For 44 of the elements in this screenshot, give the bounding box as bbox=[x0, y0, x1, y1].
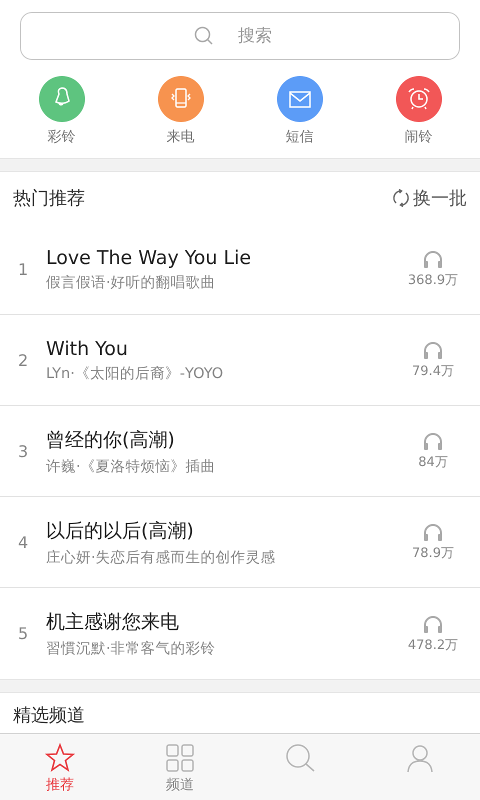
headphones-icon bbox=[422, 431, 444, 451]
song-subtitle: 習慣沉默·非常客气的彩铃 bbox=[46, 640, 217, 658]
refresh-icon bbox=[391, 188, 411, 208]
headphones-icon bbox=[422, 522, 444, 542]
song-title: 曾经的你(高潮) bbox=[46, 428, 176, 452]
play-count: 78.9万 bbox=[412, 545, 454, 562]
play-count: 84万 bbox=[418, 454, 448, 471]
rank-number: 4 bbox=[18, 532, 30, 552]
shortcut-button[interactable]: 短信 bbox=[240, 76, 359, 146]
headphones-icon bbox=[422, 249, 444, 269]
refresh-button[interactable]: 换一批 bbox=[391, 186, 467, 210]
song-row[interactable]: 5 机主感谢您来电 習慣沉默·非常客气的彩铃 478.2万 bbox=[0, 588, 480, 679]
shortcut-button[interactable]: 闹铃 bbox=[359, 76, 478, 146]
song-subtitle: 假言假语·好听的翻唱歌曲 bbox=[46, 274, 217, 292]
rank-number: 2 bbox=[18, 350, 30, 370]
headphones-icon bbox=[422, 614, 444, 634]
star-icon bbox=[44, 742, 76, 774]
song-row[interactable]: 3 曾经的你(高潮) 许巍·《夏洛特烦恼》插曲 84万 bbox=[0, 406, 480, 497]
play-count: 79.4万 bbox=[412, 363, 454, 380]
rank-number: 5 bbox=[18, 624, 30, 643]
section-title: 精选频道 bbox=[12, 704, 86, 728]
song-row[interactable]: 2 With You LYn·《太阳的后裔》-YOYO 79.4万 bbox=[0, 315, 480, 406]
song-title: 以后的以后(高潮) bbox=[46, 518, 195, 544]
song-title: 机主感谢您来电 bbox=[46, 610, 180, 635]
shortcut-button[interactable]: 来电 bbox=[121, 76, 240, 146]
shortcut-button[interactable]: 彩铃 bbox=[2, 76, 121, 146]
headphones-icon bbox=[422, 340, 444, 360]
tab-item[interactable]: 推荐 bbox=[0, 734, 120, 800]
grid-icon bbox=[164, 742, 196, 774]
song-subtitle: 庄心妍·失恋后有感而生的创作灵感 bbox=[46, 548, 277, 566]
rank-number: 3 bbox=[18, 442, 30, 460]
play-count: 368.9万 bbox=[408, 272, 458, 289]
song-title: Love The Way You Lie bbox=[46, 246, 252, 268]
song-subtitle: LYn·《太阳的后裔》-YOYO bbox=[46, 364, 224, 382]
search-icon bbox=[284, 742, 316, 774]
song-row[interactable]: 1 Love The Way You Lie 假言假语·好听的翻唱歌曲 368.9万 bbox=[0, 224, 480, 315]
section-title: 热门推荐 bbox=[13, 187, 85, 210]
rank-number: 1 bbox=[18, 260, 30, 278]
song-row[interactable]: 4 以后的以后(高潮) 庄心妍·失恋后有感而生的创作灵感 78.9万 bbox=[0, 497, 480, 588]
song-title: With You bbox=[46, 338, 129, 360]
search-icon bbox=[194, 26, 214, 46]
play-count: 478.2万 bbox=[408, 636, 458, 654]
search-field[interactable]: 搜索 bbox=[20, 12, 460, 60]
song-subtitle: 许巍·《夏洛特烦恼》插曲 bbox=[46, 458, 217, 476]
